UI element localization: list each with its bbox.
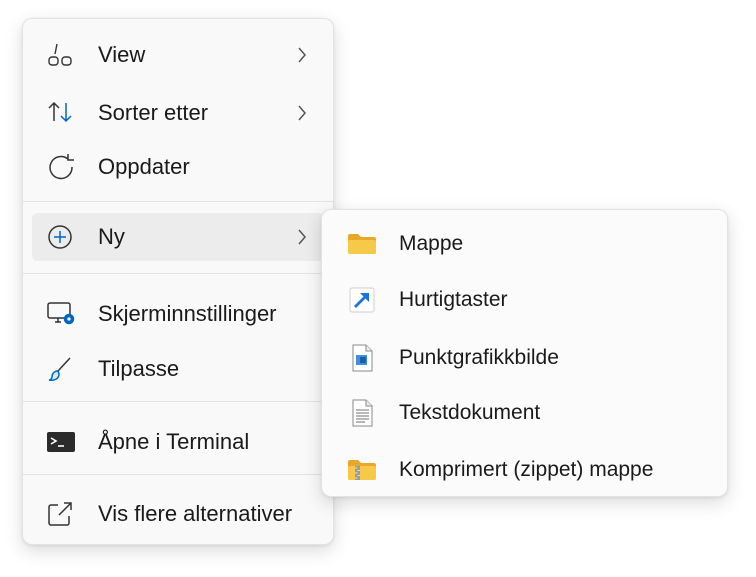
refresh-icon <box>46 153 76 181</box>
context-menu: View Sorter etter Oppdater Ny Skjerminns… <box>22 18 334 545</box>
display-settings-icon <box>46 300 76 328</box>
separator <box>23 201 333 202</box>
zip-folder-icon <box>346 456 378 484</box>
separator <box>23 474 333 475</box>
submenu-item-label: Hurtigtaster <box>399 288 508 311</box>
chevron-right-icon <box>296 103 308 123</box>
menu-item-display-settings[interactable]: Skjerminnstillinger <box>32 290 324 338</box>
terminal-icon <box>46 428 76 456</box>
submenu-item-text-document[interactable]: Tekstdokument <box>330 389 719 437</box>
menu-item-label: Ny <box>98 224 125 249</box>
separator <box>23 273 333 274</box>
submenu-item-shortcut[interactable]: Hurtigtaster <box>330 276 719 324</box>
sort-icon <box>46 99 76 127</box>
menu-item-sort-by[interactable]: Sorter etter <box>32 89 324 137</box>
shortcut-icon <box>346 286 378 314</box>
submenu-item-label: Mappe <box>399 232 464 255</box>
menu-item-label: View <box>98 42 146 67</box>
menu-item-label: Sorter etter <box>98 100 209 125</box>
folder-icon <box>346 230 378 258</box>
menu-item-personalize[interactable]: Tilpasse <box>32 345 324 393</box>
new-submenu: Mappe Hurtigtaster Punktgrafikkbilde Tek… <box>321 209 728 497</box>
menu-item-open-terminal[interactable]: Åpne i Terminal <box>32 418 324 466</box>
menu-item-show-more-options[interactable]: Vis flere alternativer <box>32 490 324 538</box>
submenu-item-folder[interactable]: Mappe <box>330 220 719 268</box>
chevron-right-icon <box>296 45 308 65</box>
view-icon <box>46 41 76 69</box>
submenu-item-label: Komprimert (zippet) mappe <box>399 458 654 481</box>
submenu-item-label: Tekstdokument <box>399 401 541 424</box>
submenu-item-zip-folder[interactable]: Komprimert (zippet) mappe <box>330 446 719 494</box>
menu-item-refresh[interactable]: Oppdater <box>32 143 324 191</box>
bitmap-image-icon <box>346 344 378 372</box>
menu-item-new[interactable]: Ny <box>32 213 324 261</box>
submenu-item-label: Punktgrafikkbilde <box>399 346 559 369</box>
brush-icon <box>46 355 76 383</box>
menu-item-label: Åpne i Terminal <box>98 429 250 454</box>
submenu-item-bitmap-image[interactable]: Punktgrafikkbilde <box>330 334 719 382</box>
chevron-right-icon <box>296 227 308 247</box>
text-document-icon <box>346 399 378 427</box>
menu-item-label: Skjerminnstillinger <box>98 301 277 326</box>
separator <box>23 401 333 402</box>
more-options-icon <box>46 500 76 528</box>
new-plus-icon <box>46 223 76 251</box>
menu-item-label: Tilpasse <box>98 356 180 381</box>
menu-item-label: Vis flere alternativer <box>98 501 293 526</box>
menu-item-label: Oppdater <box>98 154 190 179</box>
menu-item-view[interactable]: View <box>32 31 324 79</box>
